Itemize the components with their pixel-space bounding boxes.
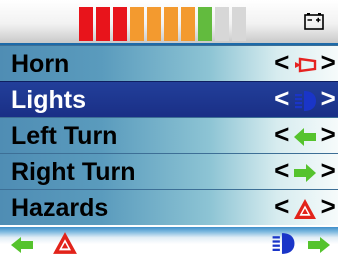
left-turn-selector[interactable]: < >	[272, 122, 338, 151]
battery-segment	[130, 7, 144, 41]
arrow-left-icon	[294, 128, 316, 146]
battery-segment	[164, 7, 178, 41]
battery-segment	[113, 7, 127, 41]
previous-arrow[interactable]: <	[274, 194, 290, 222]
lights-selector[interactable]: < >	[272, 86, 338, 115]
battery-segment	[232, 7, 246, 41]
headlight-icon	[295, 91, 316, 111]
next-arrow[interactable]: >	[320, 86, 336, 114]
battery-icon	[304, 13, 324, 30]
menu-item-lights[interactable]: Lights < >	[0, 81, 338, 117]
battery-segment	[215, 7, 229, 41]
battery-level-bar	[79, 7, 279, 41]
battery-segment	[79, 7, 93, 41]
status-bar	[0, 0, 338, 45]
next-arrow[interactable]: >	[320, 158, 336, 186]
next-arrow[interactable]: >	[320, 122, 336, 150]
previous-arrow[interactable]: <	[274, 86, 290, 114]
wheelchair-display-screen: Horn < > Lights <	[0, 0, 338, 260]
battery-segment	[147, 7, 161, 41]
battery-segment	[96, 7, 110, 41]
menu-item-label: Right Turn	[11, 158, 136, 186]
battery-segment	[198, 7, 212, 41]
menu-item-hazards[interactable]: Hazards < >	[0, 189, 338, 225]
indicator-bar	[0, 227, 338, 260]
horn-icon	[295, 57, 317, 73]
horn-selector[interactable]: < >	[272, 50, 338, 79]
menu-item-label: Hazards	[11, 194, 109, 222]
left-turn-indicator-icon	[11, 237, 33, 253]
previous-arrow[interactable]: <	[274, 158, 290, 186]
previous-arrow[interactable]: <	[274, 50, 290, 78]
menu-item-label: Left Turn	[11, 122, 118, 150]
menu-item-right-turn[interactable]: Right Turn < >	[0, 153, 338, 189]
hazard-indicator-icon	[53, 232, 77, 254]
previous-arrow[interactable]: <	[274, 122, 290, 150]
headlight-indicator-icon	[272, 233, 295, 254]
next-arrow[interactable]: >	[320, 50, 336, 78]
menu-item-label: Lights	[11, 86, 86, 114]
menu-item-horn[interactable]: Horn < >	[0, 45, 338, 81]
hazards-selector[interactable]: < >	[272, 194, 338, 223]
hazard-icon	[294, 199, 316, 219]
function-menu: Horn < > Lights <	[0, 45, 338, 227]
next-arrow[interactable]: >	[320, 194, 336, 222]
menu-item-left-turn[interactable]: Left Turn < >	[0, 117, 338, 153]
menu-item-label: Horn	[11, 50, 70, 78]
right-turn-selector[interactable]: < >	[272, 158, 338, 187]
right-turn-indicator-icon	[308, 237, 330, 253]
battery-segment	[181, 7, 195, 41]
arrow-right-icon	[294, 164, 316, 182]
